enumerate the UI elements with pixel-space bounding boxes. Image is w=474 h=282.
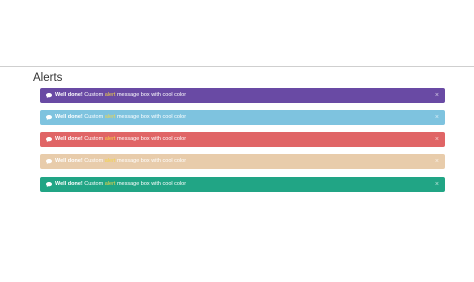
alert-strong-text: Well done! bbox=[55, 92, 83, 98]
page: Alerts Well done! Custom alert message b… bbox=[0, 0, 474, 282]
alert-text-before: Custom bbox=[82, 158, 105, 164]
alert-text-after: message box with cool color bbox=[115, 181, 187, 187]
chat-bubble-icon bbox=[45, 158, 52, 165]
close-icon[interactable]: × bbox=[435, 154, 439, 169]
alert-strong-text: Well done! bbox=[55, 181, 83, 187]
alert-accent-text: alert bbox=[104, 181, 116, 187]
alert-message: Well done! Custom alert message box with… bbox=[55, 88, 435, 103]
alert-green: Well done! Custom alert message box with… bbox=[40, 177, 445, 192]
chat-bubble-icon bbox=[45, 136, 52, 143]
section-title: Alerts bbox=[33, 72, 63, 84]
chat-bubble-icon bbox=[45, 181, 52, 188]
alert-text-after: message box with cool color bbox=[115, 114, 187, 120]
alert-purple: Well done! Custom alert message box with… bbox=[40, 88, 445, 103]
alert-strong-text: Well done! bbox=[55, 136, 83, 142]
header-divider bbox=[0, 66, 474, 67]
close-icon[interactable]: × bbox=[435, 132, 439, 147]
close-icon[interactable]: × bbox=[435, 110, 439, 125]
alert-text-before: Custom bbox=[82, 181, 105, 187]
chat-bubble-icon bbox=[45, 92, 52, 99]
alert-message: Well done! Custom alert message box with… bbox=[55, 110, 435, 125]
alert-message: Well done! Custom alert message box with… bbox=[55, 154, 435, 169]
alert-text-after: message box with cool color bbox=[115, 158, 187, 164]
alert-beige: Well done! Custom alert message box with… bbox=[40, 154, 445, 169]
alert-strong-text: Well done! bbox=[55, 114, 83, 120]
alert-accent-text: alert bbox=[104, 92, 116, 98]
alert-text-after: message box with cool color bbox=[115, 92, 187, 98]
alert-strong-text: Well done! bbox=[55, 158, 83, 164]
alert-light-blue: Well done! Custom alert message box with… bbox=[40, 110, 445, 125]
alert-accent-text: alert bbox=[104, 114, 116, 120]
alert-message: Well done! Custom alert message box with… bbox=[55, 132, 435, 147]
alert-text-before: Custom bbox=[82, 136, 105, 142]
alert-text-before: Custom bbox=[82, 92, 105, 98]
alert-accent-text: alert bbox=[104, 136, 116, 142]
alert-accent-text: alert bbox=[104, 158, 116, 164]
chat-bubble-icon bbox=[45, 114, 52, 121]
close-icon[interactable]: × bbox=[435, 88, 439, 103]
alert-text-after: message box with cool color bbox=[115, 136, 187, 142]
alert-message: Well done! Custom alert message box with… bbox=[55, 177, 435, 192]
alert-red: Well done! Custom alert message box with… bbox=[40, 132, 445, 147]
alert-text-before: Custom bbox=[82, 114, 105, 120]
close-icon[interactable]: × bbox=[435, 177, 439, 192]
